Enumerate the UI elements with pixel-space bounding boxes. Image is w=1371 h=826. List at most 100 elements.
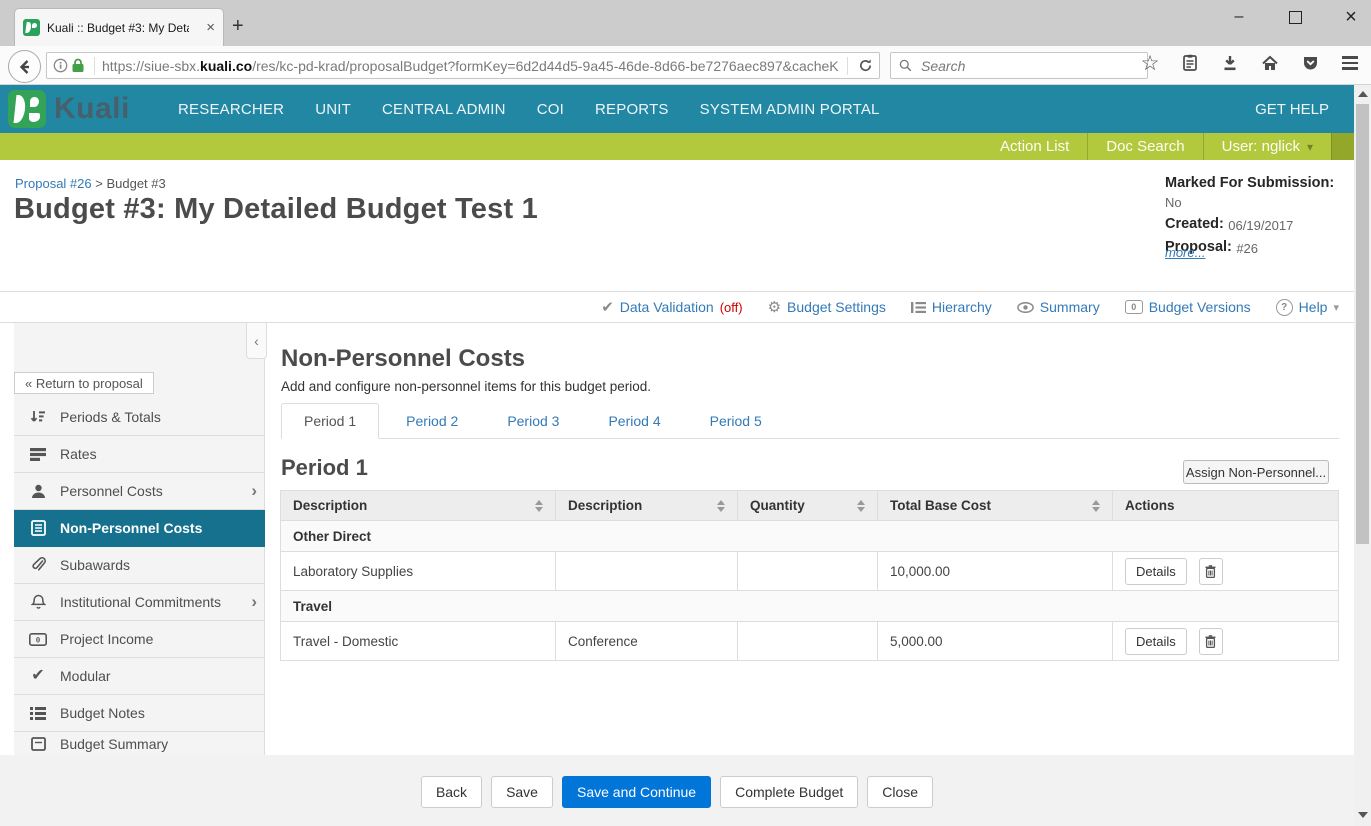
budget-view-toolbar: ✔ Data Validation (off) ⚙ Budget Setting… [0, 291, 1371, 323]
back-button-footer[interactable]: Back [421, 776, 482, 808]
sidebar-item-non-personnel-costs[interactable]: Non-Personnel Costs [14, 510, 265, 547]
sidebar-item-label: Project Income [60, 631, 153, 647]
tab-close-icon[interactable]: × [206, 19, 215, 36]
reading-list-icon[interactable] [1177, 50, 1203, 76]
delete-button[interactable] [1199, 558, 1223, 585]
save-button[interactable]: Save [491, 776, 553, 808]
reload-icon[interactable] [855, 53, 875, 79]
cell-description-2: Conference [556, 622, 738, 661]
bookmark-star-icon[interactable]: ☆ [1137, 50, 1163, 76]
assign-non-personnel-button[interactable]: Assign Non-Personnel... [1183, 460, 1329, 484]
star-glyph: ☆ [1141, 53, 1160, 74]
data-validation-link[interactable]: ✔ Data Validation (off) [601, 298, 742, 316]
user-menu[interactable]: User: nglick▾ [1203, 133, 1331, 160]
url-domain: kuali.co [200, 58, 252, 74]
help-menu[interactable]: ? Help ▾ [1276, 299, 1339, 316]
delete-button[interactable] [1199, 628, 1223, 655]
page-section-subtitle: Add and configure non-personnel items fo… [281, 379, 651, 394]
sort-icon[interactable] [535, 500, 543, 512]
complete-budget-button[interactable]: Complete Budget [720, 776, 858, 808]
url-text[interactable]: https://siue-sbx.kuali.co/res/kc-pd-krad… [102, 58, 840, 74]
document-icon [28, 520, 48, 536]
sidebar-item-periods-totals[interactable]: Periods & Totals [14, 399, 265, 436]
sidebar-item-modular[interactable]: ✔ Modular [14, 658, 265, 695]
sidebar-item-personnel-costs[interactable]: Personnel Costs › [14, 473, 265, 510]
window-minimize-button[interactable]: – [1225, 6, 1253, 28]
table-header-row: Description Description Quantity Total B… [281, 491, 1339, 521]
doc-search-link[interactable]: Doc Search [1087, 133, 1202, 160]
nav-item-unit[interactable]: UNIT [315, 101, 351, 118]
menu-hamburger-icon[interactable] [1337, 50, 1363, 76]
save-and-continue-button[interactable]: Save and Continue [562, 776, 711, 808]
breadcrumb: Proposal #26 > Budget #3 [15, 176, 166, 191]
nav-item-coi[interactable]: COI [537, 101, 564, 118]
hierarchy-label: Hierarchy [932, 299, 992, 315]
window-maximize-button[interactable] [1281, 6, 1309, 28]
group-row-other-direct: Other Direct [281, 521, 1339, 552]
nav-item-system-admin-portal[interactable]: SYSTEM ADMIN PORTAL [700, 101, 880, 118]
pocket-icon[interactable] [1297, 50, 1323, 76]
summary-doc-icon [28, 737, 48, 751]
kuali-brand-text[interactable]: Kuali [54, 92, 130, 126]
sidebar-item-label: Subawards [60, 557, 130, 573]
sidebar-item-institutional-commitments[interactable]: Institutional Commitments › [14, 584, 265, 621]
tab-period-4[interactable]: Period 4 [586, 403, 682, 438]
site-info-icon[interactable] [51, 53, 69, 79]
search-input[interactable] [919, 57, 1123, 75]
col-header-quantity[interactable]: Quantity [738, 491, 878, 521]
more-link[interactable]: more... [1165, 245, 1205, 260]
sidebar-item-project-income[interactable]: 0 Project Income [14, 621, 265, 658]
top-nav-menu: RESEARCHER UNIT CENTRAL ADMIN COI REPORT… [178, 85, 880, 133]
col-header-description-1[interactable]: Description [281, 491, 556, 521]
back-button[interactable] [8, 50, 41, 83]
get-help-link[interactable]: GET HELP [1255, 85, 1329, 133]
close-button[interactable]: Close [867, 776, 933, 808]
sort-icon[interactable] [857, 500, 865, 512]
search-bar[interactable] [890, 52, 1148, 79]
tab-period-5[interactable]: Period 5 [688, 403, 784, 438]
nav-item-researcher[interactable]: RESEARCHER [178, 101, 284, 118]
col-header-description-2[interactable]: Description [556, 491, 738, 521]
summary-link[interactable]: Summary [1017, 299, 1100, 315]
scrollbar-down-arrow[interactable] [1358, 812, 1368, 818]
tab-period-1[interactable]: Period 1 [281, 403, 379, 439]
sidebar-item-subawards[interactable]: Subawards [14, 547, 265, 584]
budget-versions-link[interactable]: 0 Budget Versions [1125, 299, 1251, 315]
window-close-button[interactable]: × [1337, 6, 1365, 28]
url-bar[interactable]: https://siue-sbx.kuali.co/res/kc-pd-krad… [46, 52, 880, 79]
https-lock-icon[interactable] [69, 53, 87, 79]
sidebar-collapse-button[interactable]: ‹ [246, 323, 267, 359]
tab-period-3[interactable]: Period 3 [485, 403, 581, 438]
sidebar-item-budget-notes[interactable]: Budget Notes [14, 695, 265, 732]
meta-label-created: Created: [1165, 216, 1224, 232]
breadcrumb-proposal-link[interactable]: Proposal #26 [15, 176, 92, 191]
downloads-icon[interactable] [1217, 50, 1243, 76]
nav-item-central-admin[interactable]: CENTRAL ADMIN [382, 101, 506, 118]
browser-tab[interactable]: Kuali :: Budget #3: My Detail × [14, 8, 224, 46]
details-button[interactable]: Details [1125, 628, 1187, 655]
scrollbar-up-arrow[interactable] [1358, 91, 1368, 97]
kuali-logo-icon[interactable] [8, 90, 46, 128]
tab-period-2[interactable]: Period 2 [384, 403, 480, 438]
person-icon [28, 484, 48, 499]
home-icon[interactable] [1257, 50, 1283, 76]
banknote-icon: 0 [28, 633, 48, 646]
versions-icon: 0 [1125, 300, 1143, 314]
sidebar-item-rates[interactable]: Rates [14, 436, 265, 473]
sort-icon[interactable] [717, 500, 725, 512]
hierarchy-link[interactable]: Hierarchy [911, 299, 992, 315]
col-header-total-base-cost[interactable]: Total Base Cost [878, 491, 1113, 521]
utility-bar-end-button[interactable] [1331, 133, 1354, 160]
nav-item-reports[interactable]: REPORTS [595, 101, 669, 118]
scrollbar-thumb[interactable] [1356, 104, 1369, 544]
new-tab-button[interactable]: + [232, 16, 244, 36]
meta-value-created: 06/19/2017 [1228, 218, 1293, 233]
period-tabs: Period 1 Period 2 Period 3 Period 4 Peri… [281, 403, 1339, 439]
budget-versions-label: Budget Versions [1149, 299, 1251, 315]
action-list-link[interactable]: Action List [982, 133, 1087, 160]
budget-settings-link[interactable]: ⚙ Budget Settings [768, 298, 886, 316]
sidebar-item-budget-summary[interactable]: Budget Summary [14, 732, 265, 755]
sort-icon[interactable] [1092, 500, 1100, 512]
details-button[interactable]: Details [1125, 558, 1187, 585]
return-to-proposal-button[interactable]: « Return to proposal [14, 372, 154, 394]
